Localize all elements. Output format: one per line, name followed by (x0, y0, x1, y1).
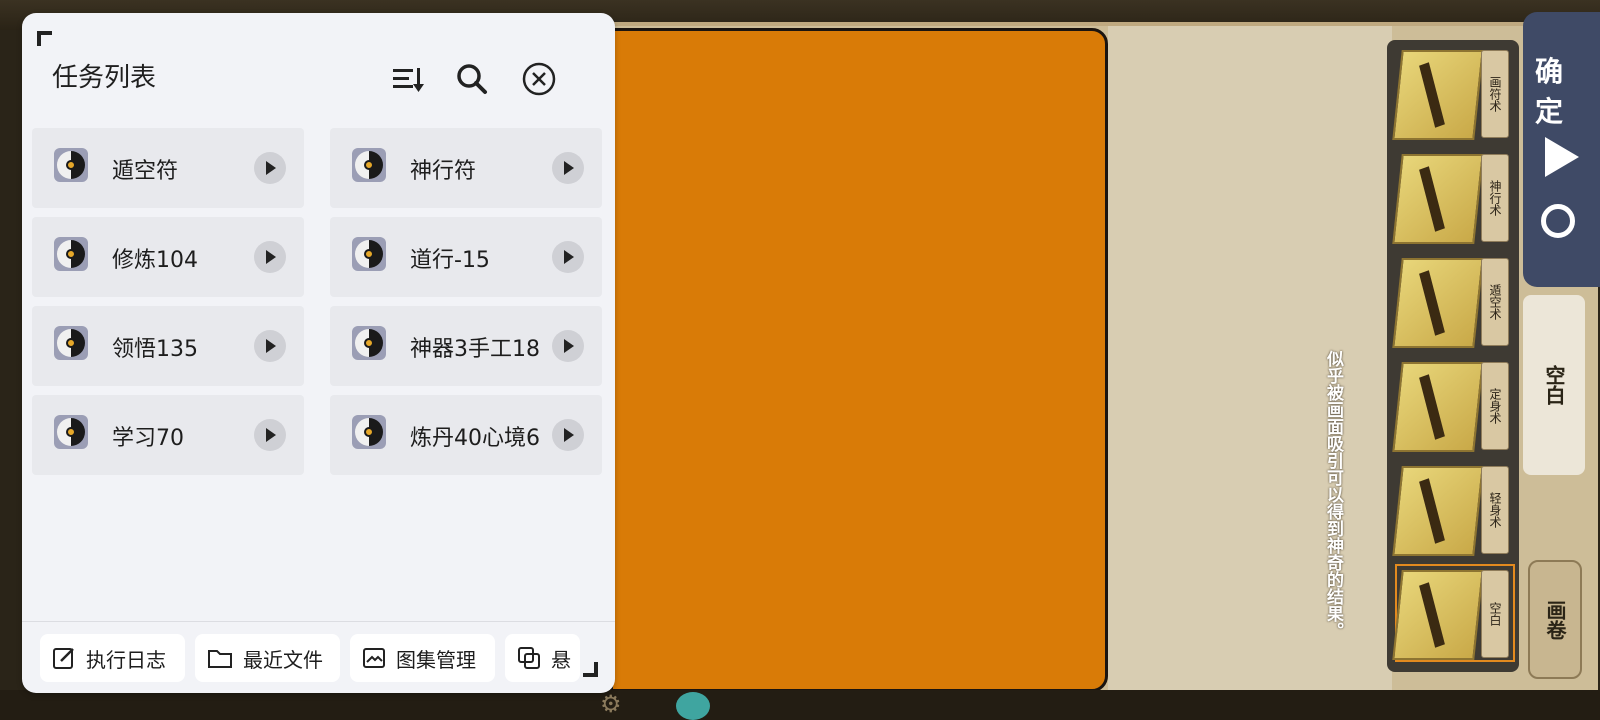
card-item[interactable]: 神行术 (1392, 150, 1513, 244)
panel-footer: 执行日志 最近文件 图集管理 悬 (22, 621, 615, 693)
taiji-icon (352, 237, 386, 271)
taiji-icon (54, 326, 88, 360)
card-item[interactable]: 遁空术 (1392, 254, 1513, 348)
task-item[interactable]: 神行符 (330, 128, 602, 208)
talisman-art (1392, 154, 1484, 244)
record-icon[interactable] (1541, 204, 1575, 238)
play-icon[interactable] (254, 419, 286, 451)
task-item[interactable]: 炼丹40心境6 (330, 395, 602, 475)
task-item[interactable]: 遁空符 (32, 128, 304, 208)
game-side-area (1108, 26, 1392, 690)
taiji-icon (352, 148, 386, 182)
game-bottom-bar (0, 690, 1600, 720)
task-name: 道行-15 (410, 248, 490, 273)
task-item[interactable]: 道行-15 (330, 217, 602, 297)
talisman-art (1392, 50, 1484, 140)
card-item[interactable]: 画符术 (1392, 46, 1513, 140)
card-tag: 轻身术 (1481, 466, 1509, 554)
taiji-icon (54, 237, 88, 271)
card-tag: 画符术 (1481, 50, 1509, 138)
image-icon (363, 648, 385, 668)
task-name: 神行符 (410, 159, 477, 184)
task-item[interactable]: 修炼104 (32, 217, 304, 297)
blank-button[interactable]: 空白 (1523, 295, 1585, 475)
play-icon[interactable] (552, 241, 584, 273)
task-name: 修炼104 (112, 248, 198, 273)
gallery-manage-label: 图集管理 (396, 647, 476, 672)
hint-text: 似乎被画面吸引可以得到神奇的结果。 (1323, 350, 1343, 639)
float-window-button[interactable]: 悬 (505, 634, 580, 682)
execution-log-button[interactable]: 执行日志 (40, 634, 185, 682)
task-name: 领悟135 (112, 337, 198, 362)
task-name: 神器3手工18 (410, 337, 540, 362)
resize-handle-top-left[interactable] (37, 31, 52, 46)
task-name: 炼丹40心境6 (410, 426, 540, 451)
resize-handle-bottom-right[interactable] (583, 662, 598, 677)
card-tag: 空白 (1481, 570, 1509, 658)
task-name: 遁空符 (112, 159, 179, 184)
card-column: 画符术 神行术 遁空术 定身术 轻身术 空白 (1387, 40, 1519, 672)
task-list-panel: 任务列表 遁空符 神行符 修炼104 道行-15 领悟135 神器3手工18 学… (22, 13, 615, 693)
gallery-manage-button[interactable]: 图集管理 (350, 634, 495, 682)
play-icon[interactable] (254, 241, 286, 273)
float-window-label: 悬 (551, 647, 571, 672)
task-item[interactable]: 神器3手工18 (330, 306, 602, 386)
execution-log-label: 执行日志 (86, 647, 166, 672)
card-item[interactable]: 定身术 (1392, 358, 1513, 452)
taiji-icon (352, 326, 386, 360)
play-icon[interactable] (1545, 137, 1579, 177)
painting-canvas[interactable] (610, 28, 1108, 692)
play-icon[interactable] (552, 419, 584, 451)
taiji-icon (54, 148, 88, 182)
card-tag: 神行术 (1481, 154, 1509, 242)
card-tag: 定身术 (1481, 362, 1509, 450)
close-icon[interactable] (519, 59, 559, 99)
talisman-art (1392, 258, 1484, 348)
task-item[interactable]: 学习70 (32, 395, 304, 475)
float-window-icon (518, 647, 540, 669)
teal-orb-icon[interactable] (676, 692, 710, 720)
sort-icon[interactable] (388, 59, 428, 99)
talisman-art (1392, 362, 1484, 452)
play-icon[interactable] (254, 330, 286, 362)
recent-files-button[interactable]: 最近文件 (195, 634, 340, 682)
folder-icon (208, 650, 232, 668)
taiji-icon (352, 415, 386, 449)
recent-files-label: 最近文件 (243, 647, 323, 672)
card-tag: 遁空术 (1481, 258, 1509, 346)
scroll-button[interactable]: 画卷 (1528, 560, 1582, 679)
floating-control-panel: 确定 (1523, 12, 1600, 287)
search-icon[interactable] (452, 59, 492, 99)
confirm-label[interactable]: 确定 (1535, 52, 1585, 128)
play-icon[interactable] (552, 330, 584, 362)
play-icon[interactable] (552, 152, 584, 184)
card-item-selected[interactable]: 空白 (1392, 564, 1515, 662)
taiji-icon (54, 415, 88, 449)
card-item[interactable]: 轻身术 (1392, 462, 1513, 556)
task-item[interactable]: 领悟135 (32, 306, 304, 386)
edit-icon (53, 648, 74, 669)
talisman-art (1392, 466, 1484, 556)
panel-title: 任务列表 (52, 63, 157, 93)
gear-icon[interactable]: ⚙ (600, 690, 630, 720)
talisman-art (1392, 570, 1484, 660)
play-icon[interactable] (254, 152, 286, 184)
task-name: 学习70 (112, 426, 184, 451)
